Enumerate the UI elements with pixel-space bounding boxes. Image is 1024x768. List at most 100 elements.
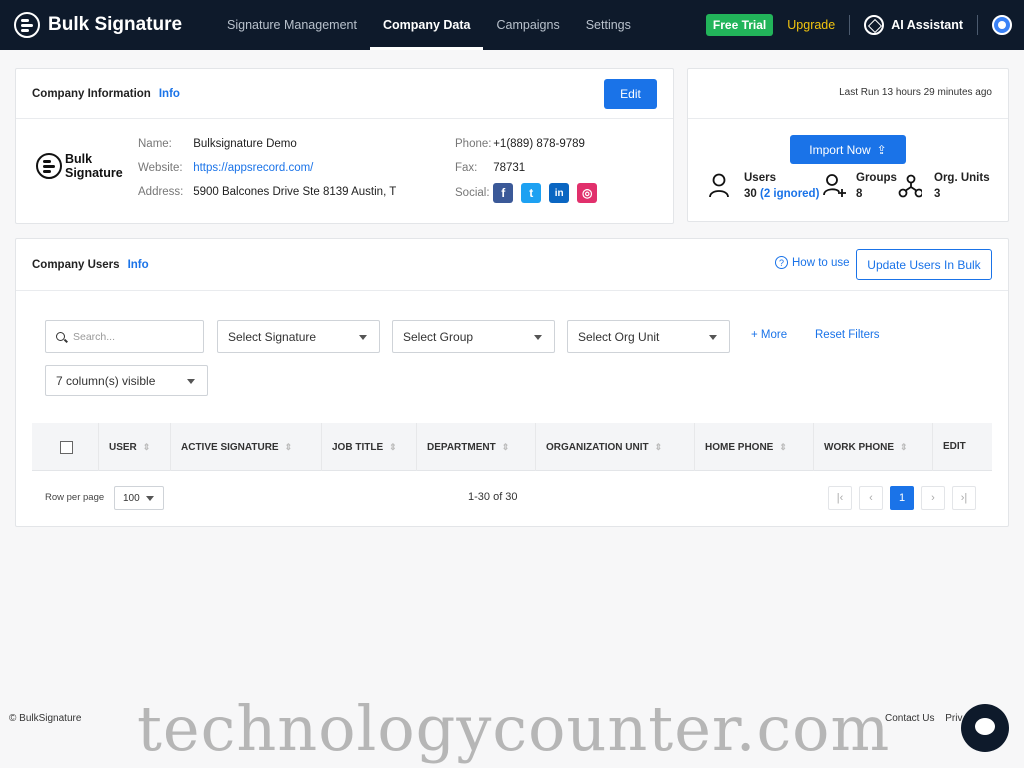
sort-icon: ⇕ [142,442,151,452]
tab-settings[interactable]: Settings [573,0,644,50]
chevron-down-icon [359,335,367,340]
rows-per-page-select[interactable]: 100 [114,486,164,510]
users-value: 30 [744,188,757,200]
address-label: Address: [138,186,184,198]
groups-label: Groups [856,172,897,184]
last-page-icon[interactable]: ›| [952,486,976,510]
company-users-header: Company Users Info ? How to use Update U… [16,239,1008,291]
footer-links: Contact Us Priv [885,713,962,724]
select-signature-dropdown[interactable]: Select Signature [217,320,380,353]
groups-value: 8 [856,188,863,200]
how-to-use-link[interactable]: ? How to use [775,256,850,269]
org-units-stat: Org. Units 3 [898,172,990,200]
search-input[interactable]: Search... [45,320,204,353]
company-name-row: Name: Bulksignature Demo [138,138,438,150]
column-home-phone[interactable]: HOME PHONE ⇕ [694,423,813,471]
sort-icon: ⇕ [779,442,787,452]
social-label: Social: [455,187,490,199]
tab-signature-management[interactable]: Signature Management [214,0,370,50]
select-all-checkbox[interactable] [60,441,73,454]
ai-assistant-icon[interactable] [864,15,885,35]
rows-per-page-value: 100 [123,492,140,504]
column-organization-unit[interactable]: ORGANIZATION UNIT ⇕ [535,423,694,471]
pagination-range: 1-30 of 30 [468,491,518,503]
brand-name: Bulk Signature [48,14,183,35]
select-org-unit-dropdown[interactable]: Select Org Unit [567,320,730,353]
sort-icon: ⇕ [900,442,908,452]
tab-campaigns[interactable]: Campaigns [483,0,572,50]
next-page-icon[interactable]: › [921,486,945,510]
edit-button[interactable]: Edit [604,79,657,109]
reset-filters-link[interactable]: Reset Filters [815,329,880,341]
column-department[interactable]: DEPARTMENT ⇕ [416,423,535,471]
first-page-icon[interactable]: |‹ [828,486,852,510]
select-group-dropdown[interactable]: Select Group [392,320,555,353]
nav-divider [977,15,978,35]
sort-icon: ⇕ [389,442,397,452]
company-users-info-link[interactable]: Info [128,259,149,271]
last-run-text: Last Run 13 hours 29 minutes ago [839,87,992,98]
company-phone-row: Phone: +1(889) 878-9789 [455,138,655,150]
column-user[interactable]: USER ⇕ [98,423,170,471]
twitter-icon[interactable]: t [521,183,542,203]
search-placeholder: Search... [73,330,116,343]
columns-visible-label: 7 column(s) visible [56,373,156,388]
group-add-icon [823,174,846,197]
users-ignored-link[interactable]: (2 ignored) [760,188,819,200]
company-logo-icon [36,153,62,179]
sort-icon: ⇕ [284,442,293,452]
column-organization-unit-label: ORGANIZATION UNIT [546,442,649,453]
org-units-label: Org. Units [934,172,990,184]
search-icon [56,332,65,341]
company-info-link[interactable]: Info [159,88,180,100]
column-home-phone-label: HOME PHONE [705,442,774,453]
column-work-phone[interactable]: WORK PHONE ⇕ [813,423,932,471]
users-stat: Users 30 (2 ignored) [708,172,819,200]
column-active-signature[interactable]: ACTIVE SIGNATURE ⇕ [170,423,321,471]
company-information-header: Company Information Info Edit [16,69,673,119]
company-information-card: Company Information Info Edit Bulk Signa… [15,68,674,224]
chat-widget-icon[interactable] [961,704,1009,752]
import-stats-card: Last Run 13 hours 29 minutes ago Import … [687,68,1009,222]
import-now-label: Import Now [809,142,871,157]
import-now-button[interactable]: Import Now ⇪ [790,135,906,164]
previous-page-icon[interactable]: ‹ [859,486,883,510]
more-filters-link[interactable]: + More [751,329,787,341]
watermark: technologycounter.com [137,692,891,765]
column-department-label: DEPARTMENT [427,442,496,453]
upgrade-link[interactable]: Upgrade [787,18,835,32]
phone-value: +1(889) 878-9789 [493,138,585,150]
brand[interactable]: Bulk Signature [14,12,214,38]
select-signature-label: Select Signature [228,329,317,344]
facebook-icon[interactable]: f [493,183,514,203]
tab-company-data[interactable]: Company Data [369,0,484,50]
import-stats-header: Last Run 13 hours 29 minutes ago [688,69,1008,119]
help-circle-icon: ? [775,256,788,269]
linkedin-icon[interactable]: in [549,183,570,203]
page-button-current[interactable]: 1 [890,486,914,510]
name-label: Name: [138,138,172,150]
privacy-link[interactable]: Priv [945,713,962,724]
company-logo-line2: Signature [65,166,123,180]
user-icon [709,173,729,198]
column-edit-label: EDIT [943,441,966,452]
select-org-unit-label: Select Org Unit [578,329,660,344]
how-to-use-label: How to use [792,256,850,269]
org-units-value: 3 [934,188,941,200]
contact-us-link[interactable]: Contact Us [885,713,934,724]
users-label: Users [744,172,776,184]
columns-visible-dropdown[interactable]: 7 column(s) visible [45,365,208,396]
fax-label: Fax: [455,162,478,174]
account-icon[interactable] [992,15,1012,35]
company-users-card: Company Users Info ? How to use Update U… [15,238,1009,527]
column-user-label: USER [109,442,137,453]
footer-copyright: © BulkSignature [9,713,82,724]
update-users-in-bulk-button[interactable]: Update Users In Bulk [856,249,992,280]
ai-assistant-button[interactable]: AI Assistant [891,18,963,32]
website-link[interactable]: https://appsrecord.com/ [193,162,313,174]
instagram-icon[interactable]: ◎ [577,183,598,203]
column-job-title[interactable]: JOB TITLE ⇕ [321,423,416,471]
chevron-down-icon [146,496,154,501]
nav-divider [849,15,851,35]
chevron-down-icon [534,335,542,340]
